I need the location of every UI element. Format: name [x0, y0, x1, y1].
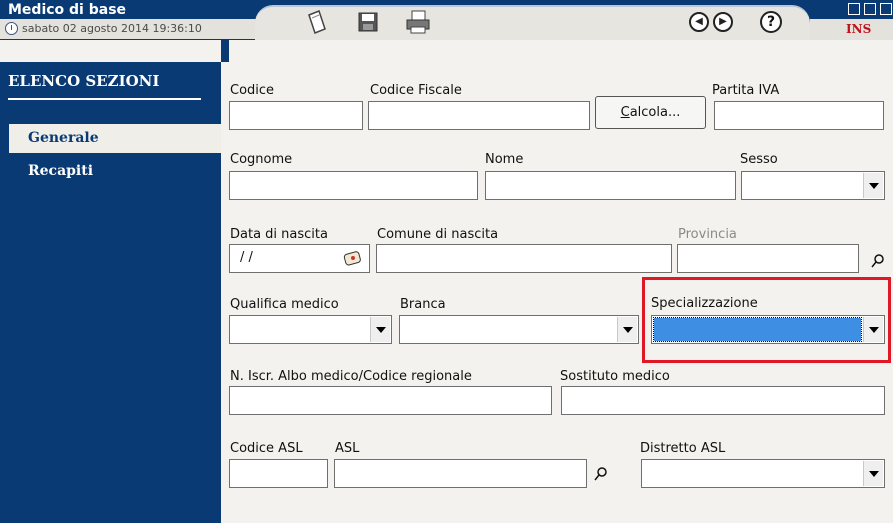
asl-label: ASL — [335, 441, 360, 456]
specializzazione-select[interactable] — [651, 315, 885, 344]
provincia-label: Provincia — [678, 227, 737, 242]
codice-fiscale-field[interactable] — [368, 101, 590, 130]
nome-field[interactable] — [485, 171, 736, 200]
chevron-down-icon[interactable] — [617, 317, 637, 342]
codice-field[interactable] — [229, 101, 363, 130]
branca-select[interactable] — [399, 315, 639, 344]
title-bar: Medico di base sabato 02 agosto 2014 19:… — [0, 0, 893, 42]
asl-field[interactable] — [334, 459, 587, 488]
sidebar-item-recapiti[interactable]: Recapiti — [28, 163, 93, 179]
albo-field[interactable] — [229, 386, 552, 415]
comune-nascita-label: Comune di nascita — [377, 227, 499, 242]
chevron-down-icon[interactable] — [370, 317, 390, 342]
clock-icon — [5, 22, 18, 35]
specializzazione-label: Specializzazione — [651, 296, 758, 311]
datetime-display: sabato 02 agosto 2014 19:36:10 — [0, 19, 280, 39]
distretto-asl-select[interactable] — [641, 459, 885, 488]
specializzazione-value — [653, 317, 862, 342]
chevron-down-icon[interactable] — [863, 173, 883, 198]
print-icon[interactable] — [403, 8, 433, 36]
window-title: Medico di base — [8, 2, 127, 18]
sidebar-item-generale[interactable]: Generale — [9, 124, 221, 153]
mode-indicator: INS — [846, 22, 872, 36]
sesso-label: Sesso — [740, 152, 778, 167]
data-nascita-value: / / — [240, 250, 253, 265]
sostituto-medico-field[interactable] — [561, 386, 885, 415]
save-icon[interactable] — [353, 8, 383, 36]
data-nascita-label: Data di nascita — [230, 227, 328, 242]
codice-asl-label: Codice ASL — [230, 441, 303, 456]
main-top-strip-inner — [229, 40, 893, 62]
sections-sidebar: ELENCO SEZIONI Generale Recapiti — [0, 62, 221, 523]
codice-asl-field[interactable] — [229, 459, 328, 488]
qualifica-medico-select[interactable] — [229, 315, 392, 344]
cognome-field[interactable] — [229, 171, 478, 200]
sidebar-heading: ELENCO SEZIONI — [8, 72, 160, 90]
branca-label: Branca — [400, 297, 446, 312]
distretto-asl-label: Distretto ASL — [640, 441, 726, 456]
close-icon[interactable] — [880, 3, 892, 15]
search-pin-icon[interactable] — [594, 467, 608, 481]
codice-label: Codice — [230, 83, 275, 98]
comune-nascita-field[interactable] — [376, 244, 672, 273]
new-document-icon[interactable] — [302, 8, 332, 36]
partita-iva-field[interactable] — [714, 101, 884, 130]
sidebar-divider — [8, 98, 201, 100]
nome-label: Nome — [485, 152, 524, 167]
next-record-icon[interactable]: ▶ — [708, 8, 738, 36]
codice-fiscale-label: Codice Fiscale — [370, 83, 462, 98]
minimize-icon[interactable] — [848, 3, 860, 15]
data-nascita-field[interactable]: / / — [229, 244, 370, 273]
search-pin-icon[interactable] — [871, 254, 885, 268]
albo-label: N. Iscr. Albo medico/Codice regionale — [230, 369, 472, 384]
maximize-icon[interactable] — [864, 3, 876, 15]
partita-iva-label: Partita IVA — [712, 83, 780, 98]
cognome-label: Cognome — [230, 152, 293, 167]
sesso-select[interactable] — [741, 171, 885, 200]
provincia-field[interactable] — [677, 244, 859, 273]
qualifica-medico-label: Qualifica medico — [230, 297, 339, 312]
calendar-icon[interactable] — [342, 249, 364, 267]
chevron-down-icon[interactable] — [863, 317, 883, 342]
calcola-button[interactable]: Calcola... — [595, 96, 706, 129]
chevron-down-icon[interactable] — [863, 461, 883, 486]
sostituto-medico-label: Sostituto medico — [560, 369, 670, 384]
help-icon[interactable]: ? — [756, 8, 786, 36]
